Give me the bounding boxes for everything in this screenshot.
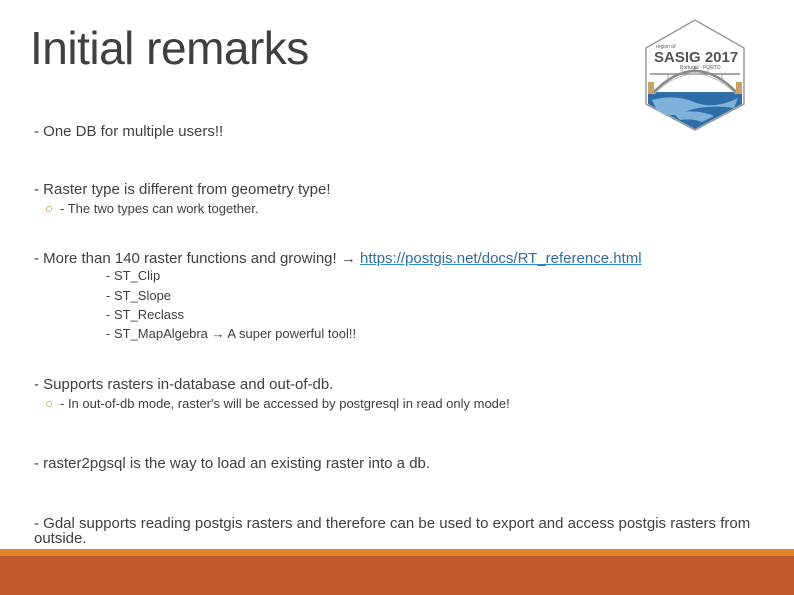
right-arrow-icon: → <box>340 250 356 267</box>
bullet-raster-functions: - More than 140 raster functions and gro… <box>34 250 642 268</box>
raster-functions-text: - More than 140 raster functions and gro… <box>34 250 337 267</box>
function-st-slope: - ST_Slope <box>106 288 172 303</box>
sub-bullet-text: - The two types can work together. <box>60 201 259 216</box>
circle-bullet-icon <box>46 205 52 212</box>
sub-bullet-out-of-db: - In out-of-db mode, raster's will be ac… <box>46 396 510 412</box>
mapalgebra-name: - ST_MapAlgebra <box>106 326 208 341</box>
function-st-reclass: - ST_Reclass <box>106 307 185 322</box>
slide-title: Initial remarks <box>30 22 309 74</box>
footer-accent-strip <box>0 549 794 556</box>
mapalgebra-note: A super powerful tool!! <box>227 326 357 341</box>
bullet-in-out-db: - Supports rasters in-database and out-o… <box>34 376 334 393</box>
bullet-raster2pgsql: - raster2pgsql is the way to load an exi… <box>34 455 431 472</box>
function-st-mapalgebra: - ST_MapAlgebra → A super powerful tool!… <box>106 326 356 342</box>
postgis-reference-link[interactable]: https://postgis.net/docs/RT_reference.ht… <box>360 250 642 267</box>
logo-name: SASIG 2017 <box>654 49 738 66</box>
sasig-2017-logo-icon: region of SASIG 2017 Portugal - PORTO <box>645 19 745 131</box>
circle-bullet-icon <box>46 400 52 407</box>
footer-band <box>0 556 794 595</box>
right-arrow-icon: → <box>211 326 225 341</box>
sub-bullet-text: - In out-of-db mode, raster's will be ac… <box>60 396 510 411</box>
bullet-gdal: - Gdal supports reading postgis rasters … <box>34 515 751 547</box>
function-st-clip: - ST_Clip <box>106 268 161 283</box>
bullet-one-db: - One DB for multiple users!! <box>34 123 224 140</box>
logo-subtitle: Portugal - PORTO <box>680 65 721 71</box>
sub-bullet-two-types: - The two types can work together. <box>46 201 258 217</box>
bullet-raster-type: - Raster type is different from geometry… <box>34 181 331 198</box>
